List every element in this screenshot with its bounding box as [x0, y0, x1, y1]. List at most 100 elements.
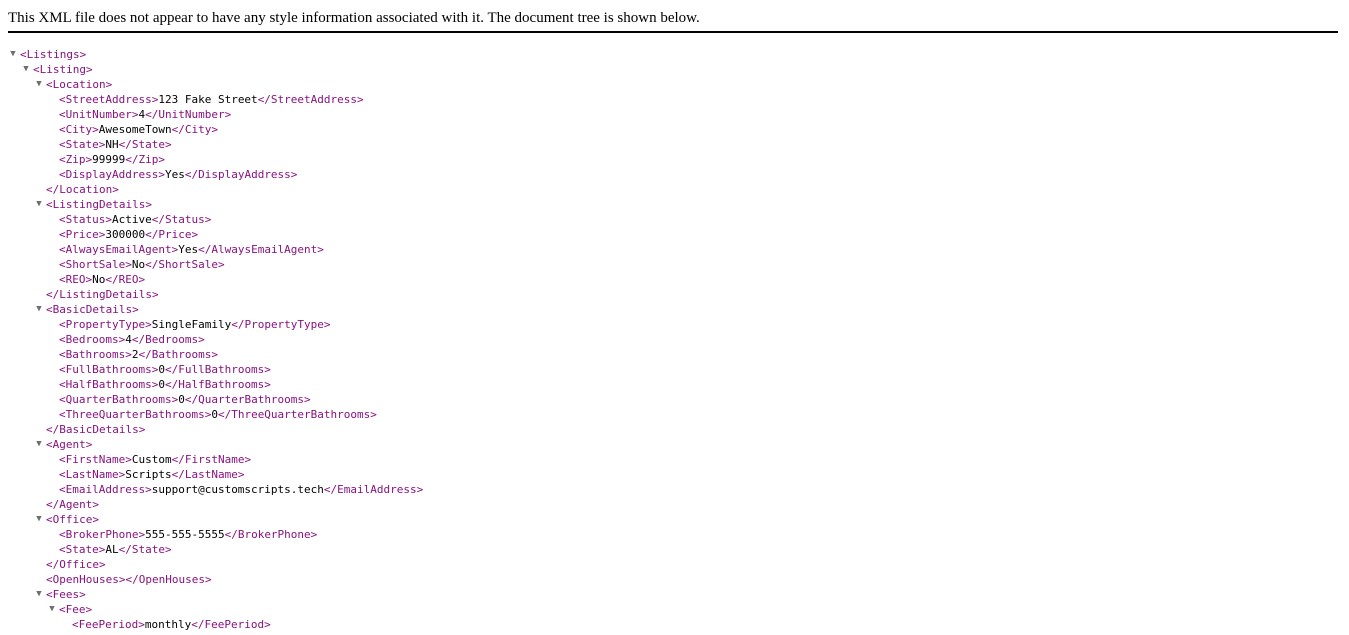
collapse-toggle-icon[interactable]: ▼ — [21, 62, 31, 77]
xml-tree-line: <Zip>99999</Zip> — [0, 152, 1340, 167]
xml-tree-line: <AlwaysEmailAgent>Yes</AlwaysEmailAgent> — [0, 242, 1340, 257]
xml-open-tag: <QuarterBathrooms> — [59, 393, 179, 406]
xml-open-tag: <Status> — [59, 213, 112, 226]
collapse-toggle-icon[interactable]: ▼ — [34, 512, 44, 527]
xml-text-value: 555-555-5555 — [145, 528, 225, 541]
xml-document-tree: ▼ <Listings> ▼ <Listing> ▼ <Location> <StreetA… — [0, 47, 1340, 632]
xml-close-tag: </QuarterBathrooms> — [184, 393, 311, 406]
xml-open-tag: <BasicDetails> — [46, 303, 139, 316]
xml-text-value: 99999 — [92, 153, 126, 166]
collapse-toggle-icon[interactable]: ▼ — [34, 77, 44, 92]
xml-text-value: 0 — [211, 408, 218, 421]
xml-tree-line[interactable]: ▼ <Listings> — [0, 47, 1340, 62]
xml-open-tag: <OpenHouses> — [46, 573, 126, 586]
xml-close-tag: </LastName> — [171, 468, 245, 481]
xml-open-tag: <DisplayAddress> — [59, 168, 165, 181]
xml-tree-line[interactable]: ▼ <Office> — [0, 512, 1340, 527]
xml-tree-line[interactable]: ▼ <Fee> — [0, 602, 1340, 617]
xml-text-value: 0 — [158, 363, 165, 376]
xml-close-tag: </BasicDetails> — [46, 423, 146, 436]
xml-close-tag: </FeePeriod> — [191, 618, 271, 631]
xml-text-value: Yes — [178, 243, 199, 256]
xml-tree-line[interactable]: ▼ <Listing> — [0, 62, 1340, 77]
xml-open-tag: <REO> — [59, 273, 93, 286]
page-scrollbar[interactable] — [1341, 0, 1349, 635]
xml-tree-line: <REO>No</REO> — [0, 272, 1340, 287]
xml-open-tag: <HalfBathrooms> — [59, 378, 159, 391]
xml-close-tag: </HalfBathrooms> — [164, 378, 271, 391]
xml-tree-line: <Bathrooms>2</Bathrooms> — [0, 347, 1340, 362]
xml-open-tag: <UnitNumber> — [59, 108, 139, 121]
xml-close-tag: </StreetAddress> — [257, 93, 364, 106]
xml-open-tag: <FirstName> — [59, 453, 132, 466]
xml-close-tag: </AlwaysEmailAgent> — [198, 243, 324, 256]
xml-close-tag: </Zip> — [125, 153, 165, 166]
xml-text-value: No — [131, 258, 146, 271]
xml-tree-line[interactable]: ▼ <BasicDetails> — [0, 302, 1340, 317]
xml-open-tag: <ShortSale> — [59, 258, 132, 271]
xml-tree-line: <EmailAddress>support@customscripts.tech… — [0, 482, 1340, 497]
xml-tree-line: <State>NH</State> — [0, 137, 1340, 152]
xml-close-tag: </PropertyType> — [231, 318, 331, 331]
xml-open-tag: <ListingDetails> — [46, 198, 152, 211]
xml-close-tag: </BrokerPhone> — [224, 528, 318, 541]
xml-tree-line: </Location> — [0, 182, 1340, 197]
xml-tree-line: <OpenHouses></OpenHouses> — [0, 572, 1340, 587]
xml-open-tag: <ThreeQuarterBathrooms> — [59, 408, 212, 421]
collapse-toggle-icon[interactable]: ▼ — [34, 437, 44, 452]
xml-tree-line: <City>AwesomeTown</City> — [0, 122, 1340, 137]
collapse-toggle-icon[interactable]: ▼ — [47, 602, 57, 617]
xml-open-tag: <Fees> — [46, 588, 86, 601]
xml-tree-line[interactable]: ▼ <Agent> — [0, 437, 1340, 452]
xml-open-tag: <Zip> — [59, 153, 93, 166]
xml-tree-line: <DisplayAddress>Yes</DisplayAddress> — [0, 167, 1340, 182]
xml-open-tag: <AlwaysEmailAgent> — [59, 243, 179, 256]
xml-text-value: 123 Fake Street — [158, 93, 258, 106]
xml-text-value: support@customscripts.tech — [151, 483, 324, 496]
xml-text-value: 0 — [178, 393, 185, 406]
xml-open-tag: <FullBathrooms> — [59, 363, 159, 376]
xml-close-tag: </Bedrooms> — [131, 333, 205, 346]
xml-tree-line: <HalfBathrooms>0</HalfBathrooms> — [0, 377, 1340, 392]
xml-tree-line[interactable]: ▼ <Fees> — [0, 587, 1340, 602]
xml-tree-line: <QuarterBathrooms>0</QuarterBathrooms> — [0, 392, 1340, 407]
xml-text-value: 0 — [158, 378, 165, 391]
xml-close-tag: </FirstName> — [171, 453, 252, 466]
xml-open-tag: <LastName> — [59, 468, 126, 481]
collapse-toggle-icon[interactable]: ▼ — [34, 197, 44, 212]
xml-open-tag: <Fee> — [59, 603, 93, 616]
xml-close-tag: </OpenHouses> — [125, 573, 212, 586]
xml-text-value: AwesomeTown — [98, 123, 172, 136]
xml-style-notice: This XML file does not appear to have an… — [8, 10, 700, 26]
xml-text-value: Yes — [164, 168, 185, 181]
xml-tree-line: <PropertyType>SingleFamily</PropertyType… — [0, 317, 1340, 332]
xml-close-tag: </State> — [118, 543, 172, 556]
xml-close-tag: </Agent> — [46, 498, 99, 511]
xml-tree-line: <State>AL</State> — [0, 542, 1340, 557]
xml-tree-line: <ShortSale>No</ShortSale> — [0, 257, 1340, 272]
xml-close-tag: </Price> — [145, 228, 199, 241]
xml-open-tag: <State> — [59, 543, 106, 556]
xml-close-tag: </City> — [171, 123, 218, 136]
xml-close-tag: </UnitNumber> — [145, 108, 232, 121]
collapse-toggle-icon[interactable]: ▼ — [34, 587, 44, 602]
xml-tree-line: <Bedrooms>4</Bedrooms> — [0, 332, 1340, 347]
xml-text-value: NH — [105, 138, 119, 151]
xml-open-tag: <Listings> — [20, 48, 87, 61]
xml-open-tag: <StreetAddress> — [59, 93, 159, 106]
collapse-toggle-icon[interactable]: ▼ — [34, 302, 44, 317]
xml-tree-line: <BrokerPhone>555-555-5555</BrokerPhone> — [0, 527, 1340, 542]
xml-close-tag: </EmailAddress> — [323, 483, 424, 496]
xml-text-value: 4 — [125, 333, 132, 346]
xml-close-tag: </State> — [118, 138, 172, 151]
collapse-toggle-icon[interactable]: ▼ — [8, 47, 18, 62]
xml-open-tag: <Agent> — [46, 438, 93, 451]
xml-tree-line[interactable]: ▼ <Location> — [0, 77, 1340, 92]
xml-text-value: No — [92, 273, 106, 286]
xml-open-tag: <Location> — [46, 78, 113, 91]
xml-tree-line: <UnitNumber>4</UnitNumber> — [0, 107, 1340, 122]
xml-tree-line[interactable]: ▼ <ListingDetails> — [0, 197, 1340, 212]
xml-close-tag: </Status> — [151, 213, 212, 226]
xml-tree-line: <Price>300000</Price> — [0, 227, 1340, 242]
xml-open-tag: <Listing> — [33, 63, 93, 76]
